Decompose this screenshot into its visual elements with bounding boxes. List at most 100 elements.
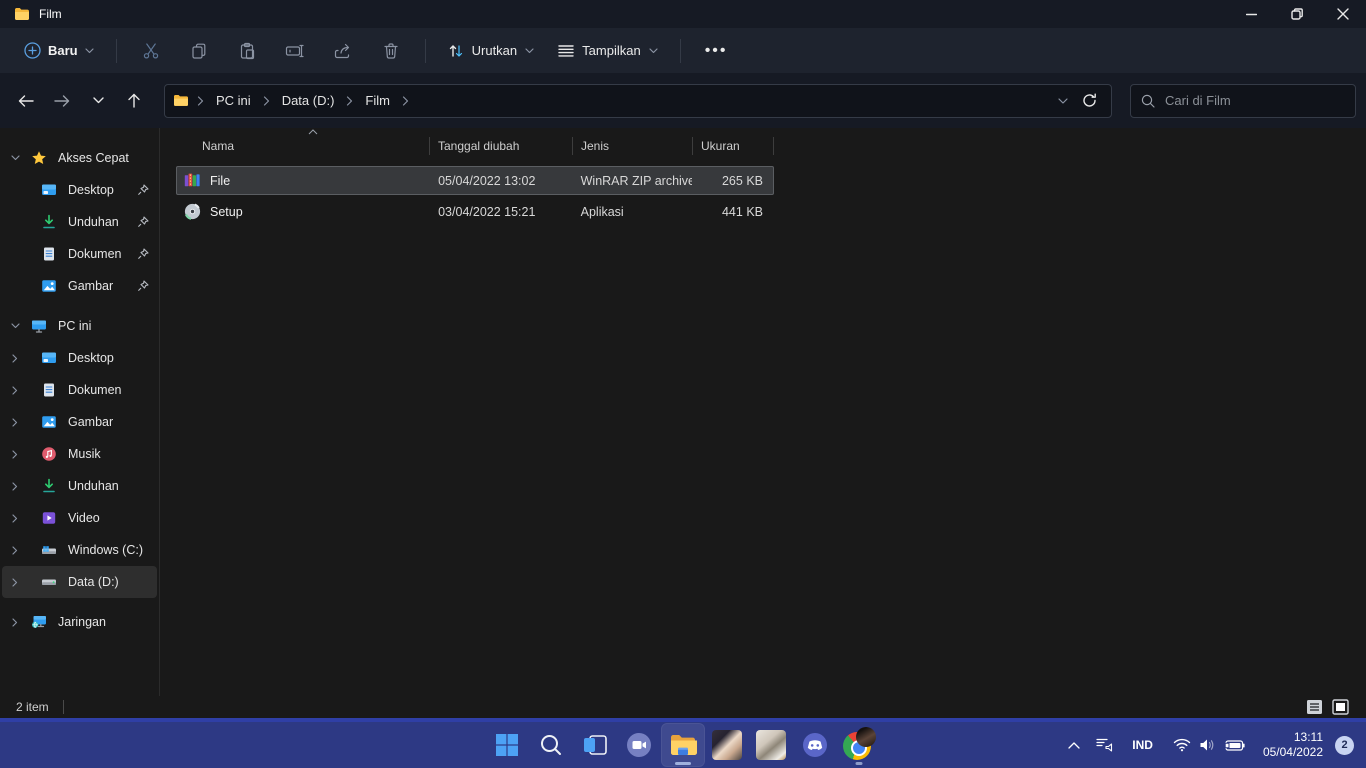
search-button[interactable] <box>529 723 573 767</box>
column-header-nama[interactable]: Nama <box>176 132 430 159</box>
sidebar-section-label: PC ini <box>58 319 157 333</box>
sidebar-item-dokumen[interactable]: Dokumen <box>2 374 157 406</box>
more-options-button[interactable]: ••• <box>691 42 742 60</box>
view-button-label: Tampilkan <box>582 43 641 58</box>
breadcrumb-item-folder[interactable]: Film <box>357 89 398 112</box>
file-row-setup[interactable]: Setup 03/04/2022 15:21 Aplikasi 441 KB <box>176 197 774 226</box>
discord-button[interactable] <box>793 723 837 767</box>
sidebar-item-gambar-qa[interactable]: Gambar <box>2 270 157 302</box>
notification-badge[interactable]: 2 <box>1335 736 1354 755</box>
address-dropdown-icon[interactable] <box>1058 98 1068 104</box>
custom-app-image-icon <box>712 730 742 760</box>
start-button[interactable] <box>485 723 529 767</box>
search-box[interactable] <box>1130 84 1356 118</box>
windows-logo-icon <box>495 733 519 757</box>
command-bar: Baru Urutkan Tampilkan ••• <box>0 28 1366 73</box>
sidebar-item-label: Windows (C:) <box>68 543 157 557</box>
tray-app-icon[interactable] <box>1090 727 1120 763</box>
sidebar-section-this-pc[interactable]: PC ini <box>2 310 157 342</box>
sidebar-item-desktop[interactable]: Desktop <box>2 342 157 374</box>
view-button[interactable]: Tampilkan <box>546 37 670 64</box>
column-headers: Nama Tanggal diubah Jenis Ukuran <box>176 132 774 160</box>
chevron-right-icon[interactable] <box>2 354 28 363</box>
picture-icon <box>38 414 60 430</box>
clock[interactable]: 13:11 05/04/2022 <box>1257 730 1329 760</box>
minimize-button[interactable] <box>1228 0 1274 28</box>
explorer-folder-icon <box>669 733 697 757</box>
plus-circle-icon <box>24 42 41 59</box>
sidebar-item-label: Unduhan <box>68 215 137 229</box>
rename-button[interactable] <box>271 34 319 68</box>
sidebar-item-unduhan-qa[interactable]: Unduhan <box>2 206 157 238</box>
address-bar[interactable]: PC ini Data (D:) Film <box>164 84 1112 118</box>
chrome-button[interactable] <box>837 723 881 767</box>
close-button[interactable] <box>1320 0 1366 28</box>
sort-button[interactable]: Urutkan <box>436 37 547 65</box>
refresh-icon[interactable] <box>1082 93 1097 108</box>
file-explorer-taskbar-button[interactable] <box>661 723 705 767</box>
sidebar-item-label: Musik <box>68 447 157 461</box>
details-view-button[interactable] <box>1304 698 1324 716</box>
sidebar-item-label: Video <box>68 511 157 525</box>
chevron-down-icon[interactable] <box>2 155 28 161</box>
chevron-right-icon[interactable] <box>2 386 28 395</box>
quick-settings-button[interactable] <box>1165 738 1253 752</box>
sidebar-item-dokumen-qa[interactable]: Dokumen <box>2 238 157 270</box>
cut-button[interactable] <box>127 34 175 68</box>
chevron-right-icon[interactable] <box>2 514 28 523</box>
search-input[interactable] <box>1165 93 1345 108</box>
column-header-ukuran[interactable]: Ukuran <box>693 132 774 159</box>
breadcrumb-separator-icon <box>344 96 355 106</box>
taskbar: IND 13:11 05/04/2022 2 <box>0 722 1366 768</box>
chevron-right-icon[interactable] <box>2 482 28 491</box>
chevron-right-icon[interactable] <box>2 578 28 587</box>
sidebar-item-desktop-qa[interactable]: Desktop <box>2 174 157 206</box>
battery-charging-icon <box>1223 739 1245 752</box>
breadcrumb-item-drive[interactable]: Data (D:) <box>274 89 343 112</box>
back-button[interactable] <box>10 85 42 117</box>
search-icon <box>539 733 563 757</box>
sidebar-item-label: Gambar <box>68 279 137 293</box>
recent-locations-button[interactable] <box>82 85 114 117</box>
file-row-file[interactable]: File 05/04/2022 13:02 WinRAR ZIP archive… <box>176 166 774 195</box>
sidebar-section-label: Jaringan <box>58 615 157 629</box>
sidebar-item-unduhan[interactable]: Unduhan <box>2 470 157 502</box>
sidebar-item-musik[interactable]: Musik <box>2 438 157 470</box>
task-view-button[interactable] <box>573 723 617 767</box>
chevron-right-icon[interactable] <box>2 418 28 427</box>
tray-overflow-button[interactable] <box>1062 727 1086 763</box>
toolbar-divider <box>425 39 426 63</box>
chevron-right-icon[interactable] <box>2 618 28 627</box>
sidebar-item-gambar[interactable]: Gambar <box>2 406 157 438</box>
paste-button[interactable] <box>223 34 271 68</box>
sidebar-section-quick-access[interactable]: Akses Cepat <box>2 142 157 174</box>
up-button[interactable] <box>118 85 150 117</box>
item-count: 2 item <box>16 700 49 714</box>
restore-button[interactable] <box>1274 0 1320 28</box>
delete-button[interactable] <box>367 34 415 68</box>
copy-button[interactable] <box>175 34 223 68</box>
custom-app-image-icon <box>756 730 786 760</box>
new-button[interactable]: Baru <box>12 36 106 65</box>
status-bar: 2 item <box>0 696 1366 718</box>
breadcrumb-item-pc[interactable]: PC ini <box>208 89 259 112</box>
sidebar-item-video[interactable]: Video <box>2 502 157 534</box>
sidebar-item-label: Unduhan <box>68 479 157 493</box>
column-header-tanggal[interactable]: Tanggal diubah <box>430 132 573 159</box>
sidebar-section-network[interactable]: Jaringan <box>2 606 157 638</box>
app-icon-2[interactable] <box>749 723 793 767</box>
chevron-down-icon[interactable] <box>2 323 28 329</box>
sidebar-item-data-d[interactable]: Data (D:) <box>2 566 157 598</box>
forward-button[interactable] <box>46 85 78 117</box>
chat-button[interactable] <box>617 723 661 767</box>
app-icon-1[interactable] <box>705 723 749 767</box>
column-header-jenis[interactable]: Jenis <box>573 132 693 159</box>
chevron-right-icon[interactable] <box>2 546 28 555</box>
file-explorer-window: Film Baru Urutkan Tampilkan <box>0 0 1366 718</box>
language-indicator[interactable]: IND <box>1124 738 1161 752</box>
large-icons-view-button[interactable] <box>1330 698 1350 716</box>
sidebar-item-windows-c[interactable]: Windows (C:) <box>2 534 157 566</box>
share-button[interactable] <box>319 34 367 68</box>
chevron-right-icon[interactable] <box>2 450 28 459</box>
profile-avatar <box>856 727 876 747</box>
